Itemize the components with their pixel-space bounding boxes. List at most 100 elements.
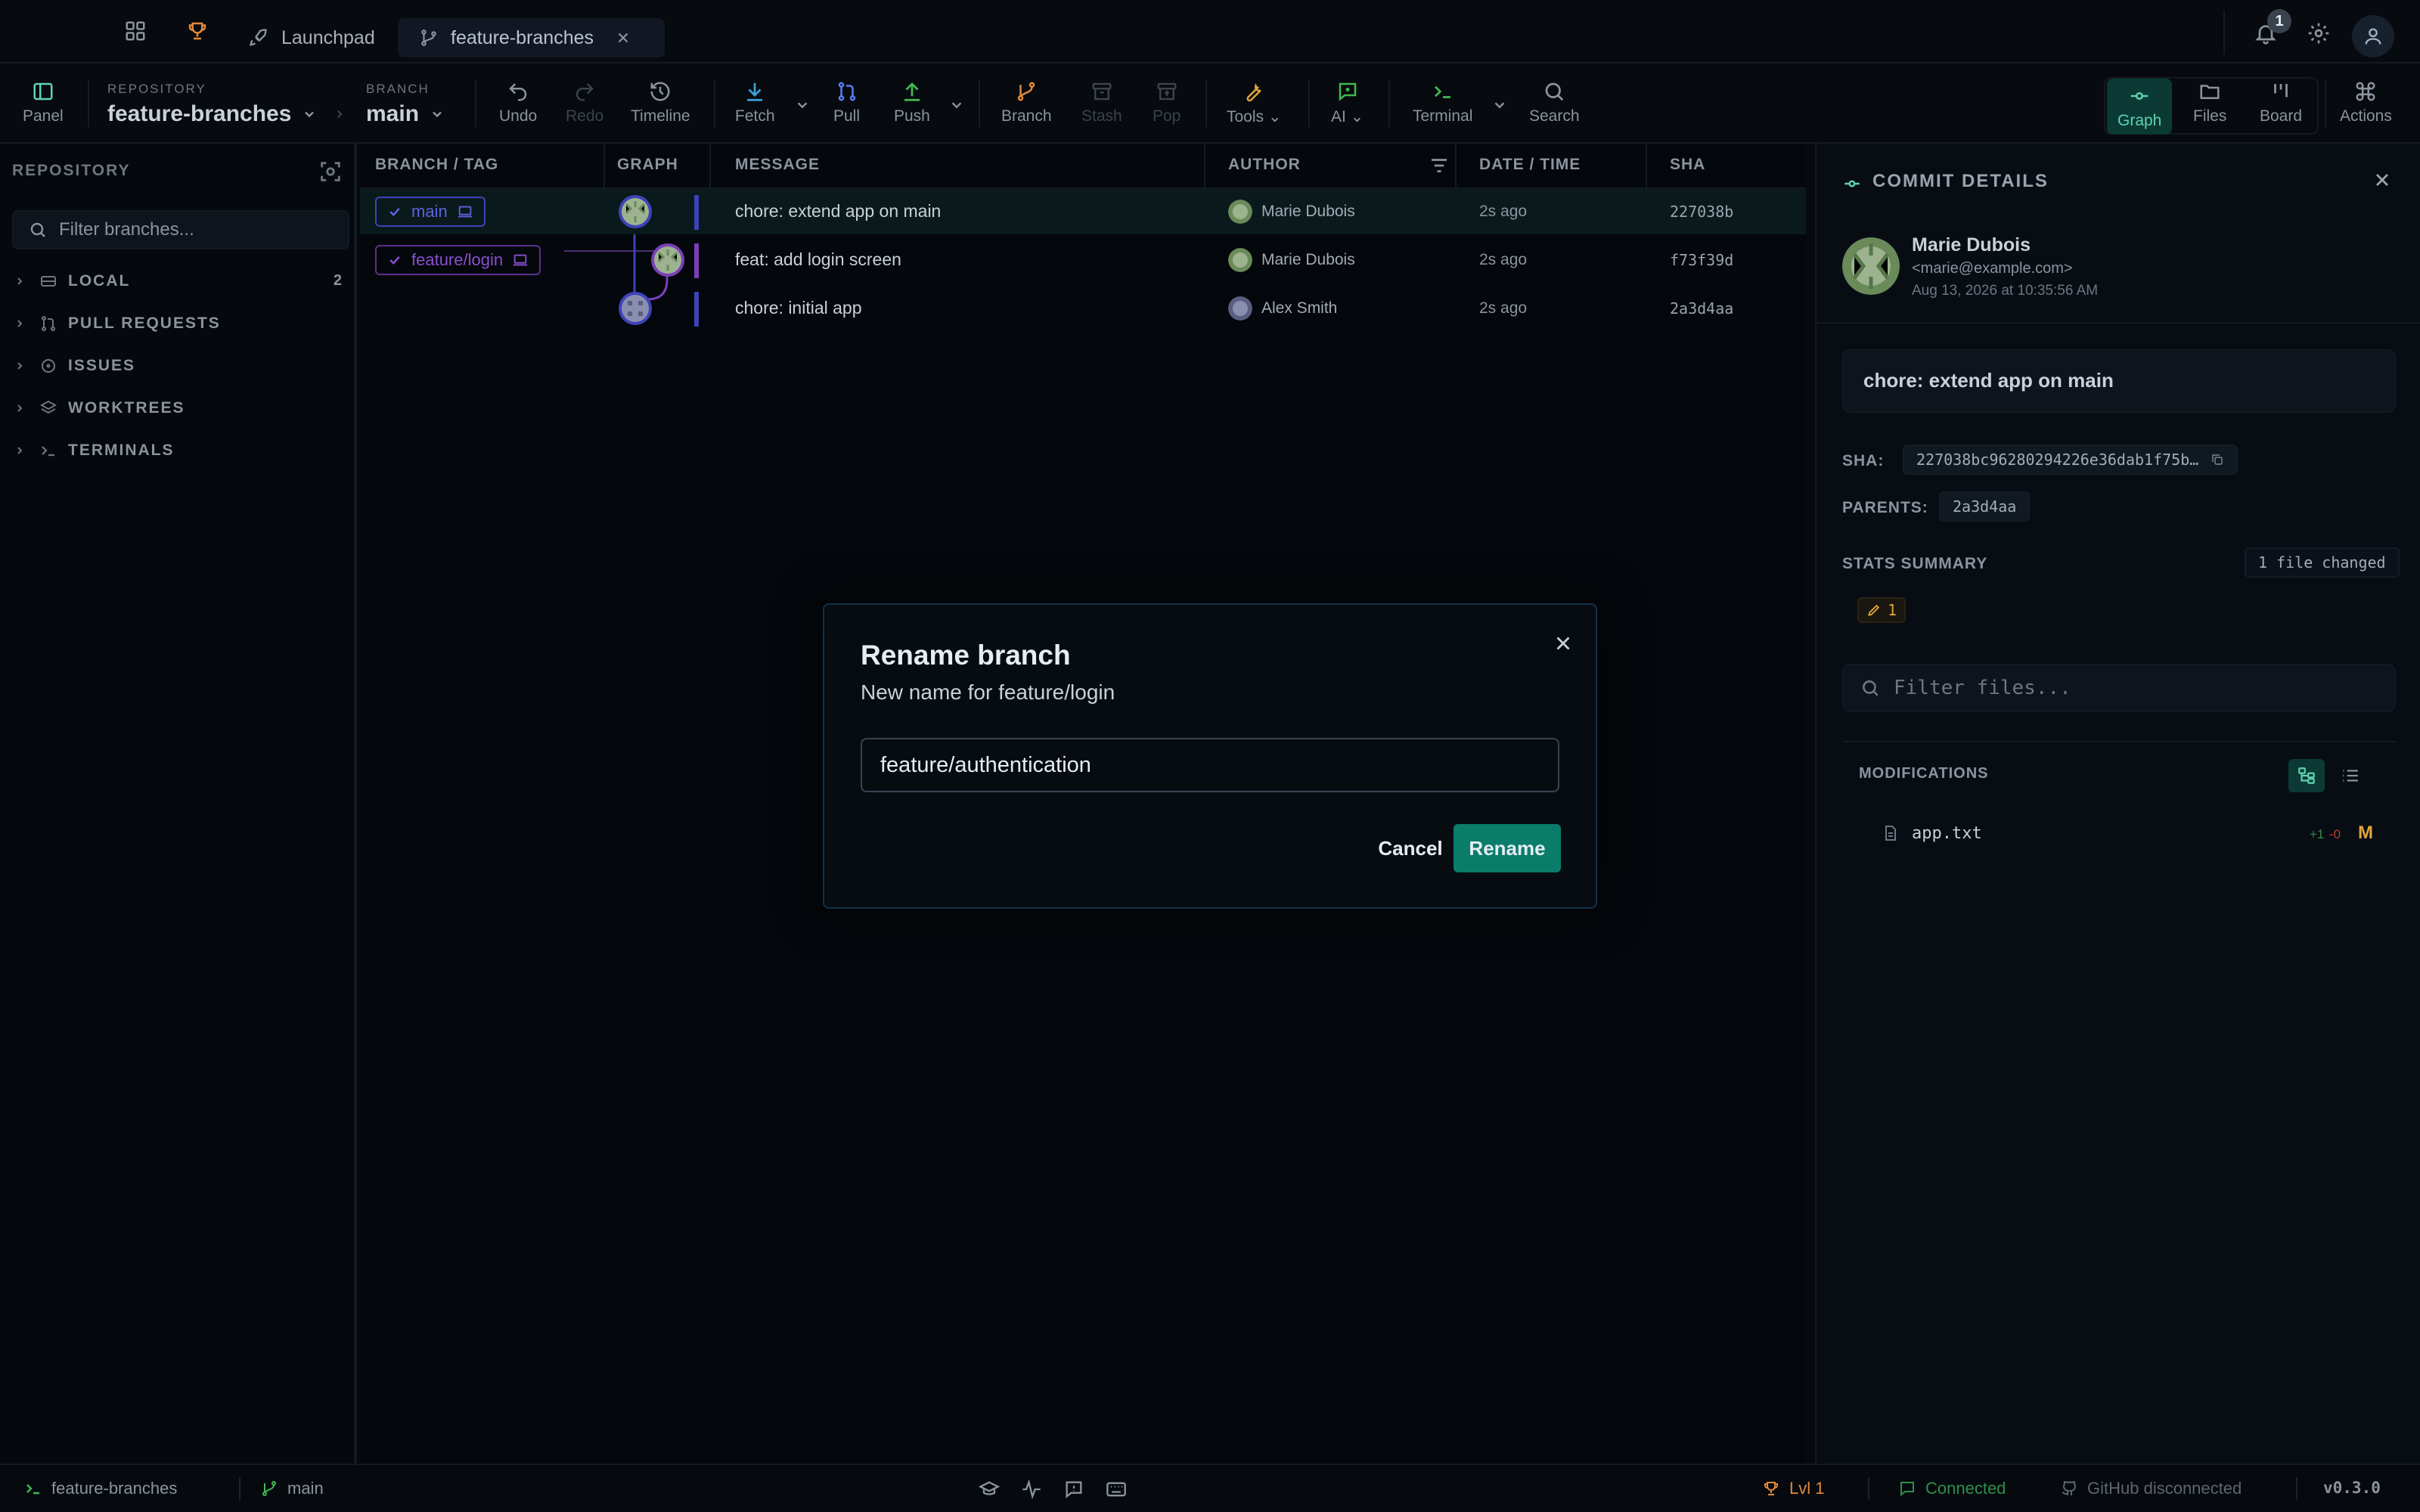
chevron-right-icon xyxy=(17,277,23,285)
commit-message: chore: initial app xyxy=(735,298,862,318)
tab-feature-branches[interactable]: feature-branches xyxy=(398,18,666,57)
status-level[interactable]: Lvl 1 xyxy=(1762,1479,1824,1498)
activity-icon[interactable] xyxy=(1021,1479,1042,1500)
branch-label: Branch xyxy=(1001,107,1052,125)
trophy-icon[interactable] xyxy=(186,20,213,47)
close-icon[interactable] xyxy=(2372,169,2393,191)
terminal-button[interactable]: Terminal xyxy=(1413,80,1472,125)
stash-button[interactable]: Stash xyxy=(1081,80,1122,125)
pencil-icon xyxy=(1868,604,1880,616)
gear-icon[interactable] xyxy=(2307,21,2331,45)
list-view-toggle[interactable] xyxy=(2332,759,2369,792)
copy-icon[interactable] xyxy=(2211,453,2224,466)
file-row[interactable]: app.txt +1 -0 M xyxy=(1857,816,2396,850)
tools-menu[interactable]: Tools ⌄ xyxy=(1227,80,1281,126)
divider xyxy=(2223,11,2225,54)
close-icon[interactable] xyxy=(1552,632,1575,655)
column-resizer[interactable] xyxy=(1204,144,1205,189)
tab-launchpad[interactable]: Launchpad xyxy=(248,18,375,57)
toolbar: Panel REPOSITORY feature-branches BRANCH… xyxy=(0,64,2420,144)
files-changed-badge: 1 file changed xyxy=(2245,547,2400,578)
chevron-right-icon xyxy=(17,362,23,370)
panel-button[interactable]: Panel xyxy=(23,80,64,125)
sha-chip[interactable]: 227038bc96280294226e36dab1f75b… xyxy=(1903,445,2238,475)
status-github[interactable]: GitHub disconnected xyxy=(2060,1479,2242,1498)
rename-button[interactable]: Rename xyxy=(1454,824,1561,872)
lines-added: +1 xyxy=(2310,827,2325,841)
commit-author: Alex Smith xyxy=(1228,296,1337,321)
cancel-button[interactable]: Cancel xyxy=(1357,824,1464,872)
user-avatar-button[interactable] xyxy=(2352,15,2394,57)
table-row[interactable]: main chore: extend app on main Marie Dub… xyxy=(360,189,1806,234)
ai-menu[interactable]: AI ⌄ xyxy=(1331,80,1364,126)
branch-filter-input[interactable]: Filter branches... xyxy=(12,210,349,249)
terminal-dropdown-icon[interactable] xyxy=(1491,97,1508,113)
grid-icon[interactable] xyxy=(124,20,151,47)
timeline-label: Timeline xyxy=(631,107,690,125)
redo-button[interactable]: Redo xyxy=(566,80,603,125)
file-icon xyxy=(1885,826,1896,841)
table-row[interactable]: feature/login feat: add login screen Mar… xyxy=(360,237,1806,283)
file-filter-input[interactable]: Filter files... xyxy=(1842,664,2396,712)
board-view-button[interactable]: Board xyxy=(2260,80,2302,125)
column-resizer[interactable] xyxy=(1455,144,1457,189)
branch-selector[interactable]: main xyxy=(366,101,445,127)
column-header-author: AUTHOR xyxy=(1228,156,1301,173)
commit-date: Aug 13, 2026 at 10:35:56 AM xyxy=(1912,283,2099,299)
stats-label: STATS SUMMARY xyxy=(1842,555,1988,572)
search-label: Search xyxy=(1529,107,1580,125)
column-resizer[interactable] xyxy=(709,144,711,189)
fetch-button[interactable]: Fetch xyxy=(735,80,775,125)
connection-label: Connected xyxy=(1925,1479,2006,1498)
divider xyxy=(1817,322,2420,324)
search-button[interactable]: Search xyxy=(1529,80,1580,125)
tree-view-toggle[interactable] xyxy=(2288,759,2325,792)
sidebar-section-terminals[interactable]: TERMINALS xyxy=(14,435,175,466)
section-count: 2 xyxy=(333,272,343,289)
parent-sha-chip[interactable]: 2a3d4aa xyxy=(1939,491,2031,522)
repository-name: feature-branches xyxy=(107,101,292,126)
column-resizer[interactable] xyxy=(1646,144,1647,189)
column-resizer[interactable] xyxy=(603,144,605,189)
user-icon xyxy=(2365,28,2381,45)
graduation-cap-icon[interactable] xyxy=(979,1479,1000,1500)
status-connection[interactable]: Connected xyxy=(1898,1479,2006,1498)
fetch-dropdown-icon[interactable] xyxy=(794,97,811,113)
branch-tag-main[interactable]: main xyxy=(375,197,486,227)
check-icon xyxy=(389,207,400,216)
pull-button[interactable]: Pull xyxy=(833,80,860,125)
pop-button[interactable]: Pop xyxy=(1153,80,1181,125)
sidebar-section-issues[interactable]: ISSUES xyxy=(14,351,135,381)
sidebar-section-pull-requests[interactable]: PULL REQUESTS xyxy=(14,308,221,339)
laptop-icon xyxy=(458,206,472,218)
branch-name-input[interactable] xyxy=(861,738,1559,792)
graph-view-button[interactable]: Graph xyxy=(2107,79,2173,135)
table-row[interactable]: chore: initial app Alex Smith 2s ago 2a3… xyxy=(360,286,1806,331)
table-header: BRANCH / TAG GRAPH MESSAGE AUTHOR DATE /… xyxy=(360,144,1806,189)
push-button[interactable]: Push xyxy=(894,80,930,125)
sidebar-section-local[interactable]: LOCAL 2 xyxy=(14,266,354,296)
repository-selector[interactable]: feature-branches xyxy=(107,101,317,127)
status-repo[interactable]: feature-branches xyxy=(24,1479,177,1498)
close-tab-icon[interactable] xyxy=(615,29,631,46)
focus-icon[interactable] xyxy=(318,159,343,184)
status-branch[interactable]: main xyxy=(260,1479,324,1498)
commit-date: 2s ago xyxy=(1479,203,1528,220)
redo-icon xyxy=(576,83,594,101)
sidebar-section-worktrees[interactable]: WORKTREES xyxy=(14,393,185,423)
timeline-button[interactable]: Timeline xyxy=(631,80,690,125)
push-label: Push xyxy=(894,107,930,125)
divider xyxy=(714,80,715,127)
actions-button[interactable]: Actions xyxy=(2340,80,2392,125)
files-view-button[interactable]: Files xyxy=(2193,80,2226,125)
undo-button[interactable]: Undo xyxy=(499,80,537,125)
push-dropdown-icon[interactable] xyxy=(948,97,965,113)
keyboard-icon[interactable] xyxy=(1106,1479,1127,1500)
feedback-icon[interactable] xyxy=(1063,1479,1084,1500)
branch-button[interactable]: Branch xyxy=(1001,80,1052,125)
sidebar-title: REPOSITORY xyxy=(12,162,131,179)
status-bar: feature-branches main Lvl 1 Connected Gi… xyxy=(0,1464,2420,1512)
filter-icon[interactable] xyxy=(1428,154,1450,177)
pull-request-icon xyxy=(42,316,55,331)
branch-tag-feature-login[interactable]: feature/login xyxy=(375,245,541,275)
